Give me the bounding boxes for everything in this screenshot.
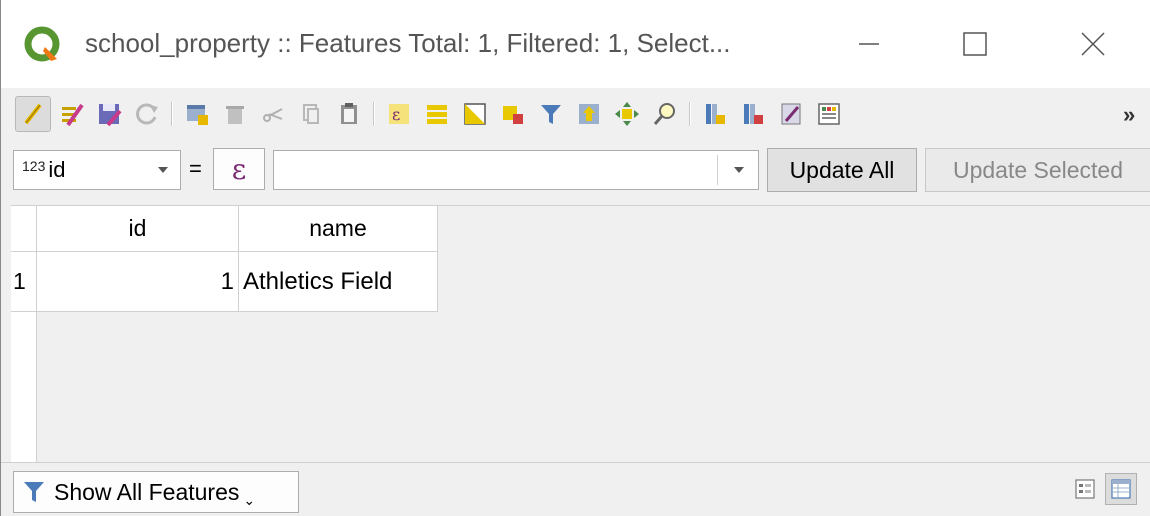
column-header-name[interactable]: name [239,206,438,252]
svg-text:ε: ε [392,105,400,124]
multi-edit-icon [62,103,84,127]
pan-to-selection-button[interactable] [609,96,645,132]
table-cell-id[interactable]: 1 [37,252,239,312]
select-by-expression-icon: ε [389,104,409,124]
close-button[interactable] [1063,18,1123,70]
add-feature-button[interactable] [179,96,215,132]
status-bar: Show All Features ⌄ [1,462,1150,516]
attribute-table: id name 1 1 Athletics Field [11,205,1150,463]
new-field-button[interactable] [697,96,733,132]
pan-to-selection-icon [615,102,639,126]
row-header-gutter [11,312,37,463]
field-calculator-button[interactable] [773,96,809,132]
zoom-to-selection-button[interactable] [647,96,683,132]
attribute-toolbar: ε » [1,88,1150,140]
form-view-button[interactable] [1069,473,1101,505]
table-view-icon [1111,479,1131,499]
deselect-all-button[interactable] [495,96,531,132]
select-all-icon [427,105,447,124]
toolbar-overflow-button[interactable]: » [1123,102,1135,128]
delete-field-button[interactable] [735,96,771,132]
field-calculator-icon [781,103,801,125]
copy-icon [303,104,319,124]
show-features-filter-button[interactable]: Show All Features ⌄ [13,471,299,513]
filter-icon [24,482,44,502]
maximize-icon [963,32,987,56]
minimize-icon [859,43,879,45]
paste-button[interactable] [331,96,367,132]
invert-selection-icon [464,103,486,125]
field-select[interactable]: 123 id [13,150,181,190]
update-all-button[interactable]: Update All [767,148,917,192]
save-edits-button[interactable] [91,96,127,132]
integer-field-type-icon: 123 [22,158,46,174]
move-selection-top-button[interactable] [571,96,607,132]
expression-input[interactable] [273,150,759,190]
expression-builder-button[interactable]: ε [213,148,265,190]
title-bar: school_property :: Features Total: 1, Fi… [1,0,1150,88]
table-corner-button[interactable] [11,206,37,252]
table-cell-name[interactable]: Athletics Field [239,252,438,312]
move-selection-top-icon [579,104,599,124]
copy-button[interactable] [293,96,329,132]
toggle-editing-icon [24,103,42,125]
select-all-button[interactable] [419,96,455,132]
chevron-down-icon [158,167,168,173]
column-header-id[interactable]: id [37,206,239,252]
minimize-button[interactable] [839,18,899,70]
conditional-formatting-button[interactable] [811,96,847,132]
deselect-all-icon [503,106,523,124]
select-by-expression-button[interactable]: ε [381,96,417,132]
save-edits-icon [99,104,122,127]
toggle-editing-button[interactable] [15,96,51,132]
form-view-icon [1075,479,1095,499]
close-icon [1081,32,1105,56]
qgis-logo-icon [24,26,60,62]
filter-label: Show All Features [54,478,240,505]
table-view-button[interactable] [1105,473,1137,505]
chevron-down-icon: ⌄ [243,491,256,508]
equals-label: = [189,156,202,181]
delete-feature-button[interactable] [217,96,253,132]
chevron-down-icon[interactable] [734,167,744,173]
field-select-value: id [48,157,66,182]
delete-feature-icon [226,106,244,124]
delete-field-icon [744,104,763,124]
reload-table-icon [136,103,158,125]
conditional-formatting-icon [818,103,840,125]
reload-table-button[interactable] [129,96,165,132]
new-field-icon [706,104,725,124]
cut-icon [263,108,283,122]
attribute-table-window: school_property :: Features Total: 1, Fi… [0,0,1150,516]
cut-button[interactable] [255,96,291,132]
filter-select-button[interactable] [533,96,569,132]
field-calculator-bar: 123 id = ε Update All Update Selected [1,142,1150,198]
paste-icon [341,103,357,124]
invert-selection-button[interactable] [457,96,493,132]
row-header[interactable]: 1 [11,252,37,312]
maximize-button[interactable] [945,18,1005,70]
add-feature-icon [187,105,208,125]
filter-icon [541,105,561,124]
zoom-to-selection-icon [653,103,675,125]
update-selected-button[interactable]: Update Selected [925,148,1150,192]
window-title: school_property :: Features Total: 1, Fi… [85,28,731,58]
multi-edit-button[interactable] [53,96,89,132]
